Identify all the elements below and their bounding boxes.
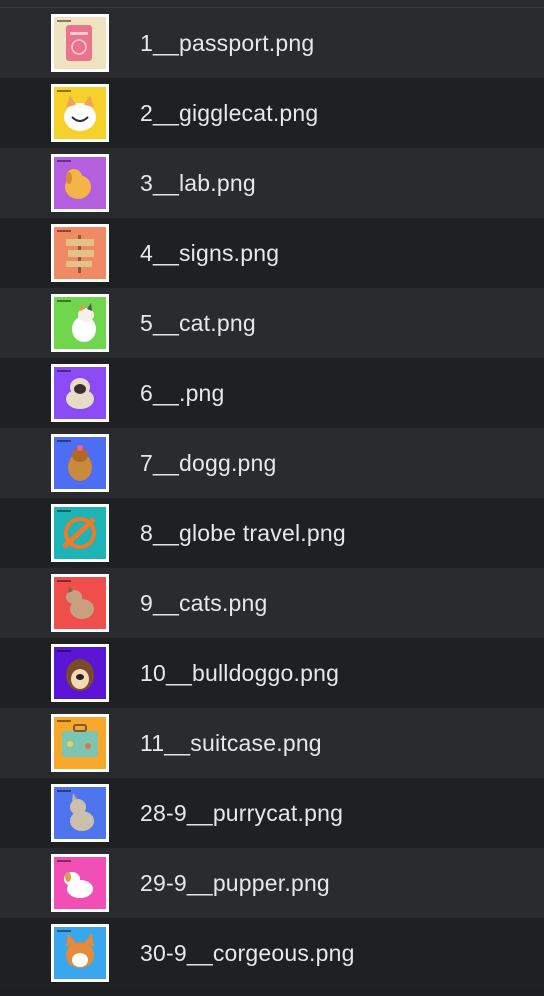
file-name: 9__cats.png [140, 590, 268, 616]
giggle-cat-thumbnail-icon [54, 87, 106, 139]
file-row[interactable]: 2__gigglecat.png [0, 78, 544, 148]
passport-thumbnail-icon [54, 17, 106, 69]
pupper-thumbnail-icon [54, 857, 106, 909]
file-row[interactable]: 30-9__corgeous.png [0, 918, 544, 988]
file-list: 1__passport.png 2__gigglecat.png 3__lab.pn… [0, 0, 544, 996]
file-row[interactable]: 8__globe travel.png [0, 498, 544, 568]
file-thumbnail [51, 504, 109, 562]
globe-plane-thumbnail-icon [54, 507, 106, 559]
corgi-thumbnail-icon [54, 927, 106, 979]
file-thumbnail [51, 364, 109, 422]
file-name: 5__cat.png [140, 310, 256, 336]
cat-thumbnail-icon [54, 297, 106, 349]
signpost-thumbnail-icon [54, 227, 106, 279]
file-row[interactable]: 4__signs.png [0, 218, 544, 288]
file-thumbnail [51, 154, 109, 212]
file-row[interactable]: 11__suitcase.png [0, 708, 544, 778]
file-name: 8__globe travel.png [140, 520, 346, 546]
file-thumbnail [51, 644, 109, 702]
file-row[interactable]: 1__passport.png [0, 8, 544, 78]
file-name: 2__gigglecat.png [140, 100, 319, 126]
bulldog-thumbnail-icon [54, 647, 106, 699]
purry-cat-thumbnail-icon [54, 787, 106, 839]
file-row[interactable]: 5__cat.png [0, 288, 544, 358]
file-row[interactable]: 28-9__purrycat.png [0, 778, 544, 848]
file-row[interactable]: 9__cats.png [0, 568, 544, 638]
file-name: 6__.png [140, 380, 225, 406]
lab-dog-thumbnail-icon [54, 157, 106, 209]
file-thumbnail [51, 574, 109, 632]
file-thumbnail [51, 434, 109, 492]
file-thumbnail [51, 924, 109, 982]
file-name: 7__dogg.png [140, 450, 277, 476]
file-thumbnail [51, 784, 109, 842]
pug-thumbnail-icon [54, 367, 106, 419]
file-name: 4__signs.png [140, 240, 280, 266]
file-name: 11__suitcase.png [140, 730, 322, 756]
file-row[interactable]: 3__lab.png [0, 148, 544, 218]
file-thumbnail [51, 84, 109, 142]
file-thumbnail [51, 294, 109, 352]
file-row[interactable]: 10__bulldoggo.png [0, 638, 544, 708]
cats-thumbnail-icon [54, 577, 106, 629]
file-row[interactable]: 7__dogg.png [0, 428, 544, 498]
file-thumbnail [51, 714, 109, 772]
file-name: 28-9__purrycat.png [140, 800, 344, 826]
file-name: 29-9__pupper.png [140, 870, 330, 896]
file-thumbnail [51, 14, 109, 72]
file-row[interactable]: 6__.png [0, 358, 544, 428]
file-name: 1__passport.png [140, 30, 315, 56]
file-name: 30-9__corgeous.png [140, 940, 355, 966]
file-name: 3__lab.png [140, 170, 256, 196]
yorkie-dog-thumbnail-icon [54, 437, 106, 489]
suitcase-thumbnail-icon [54, 717, 106, 769]
file-row[interactable]: 29-9__pupper.png [0, 848, 544, 918]
file-thumbnail [51, 854, 109, 912]
file-thumbnail [51, 224, 109, 282]
file-name: 10__bulldoggo.png [140, 660, 340, 686]
list-top-edge [0, 0, 544, 8]
